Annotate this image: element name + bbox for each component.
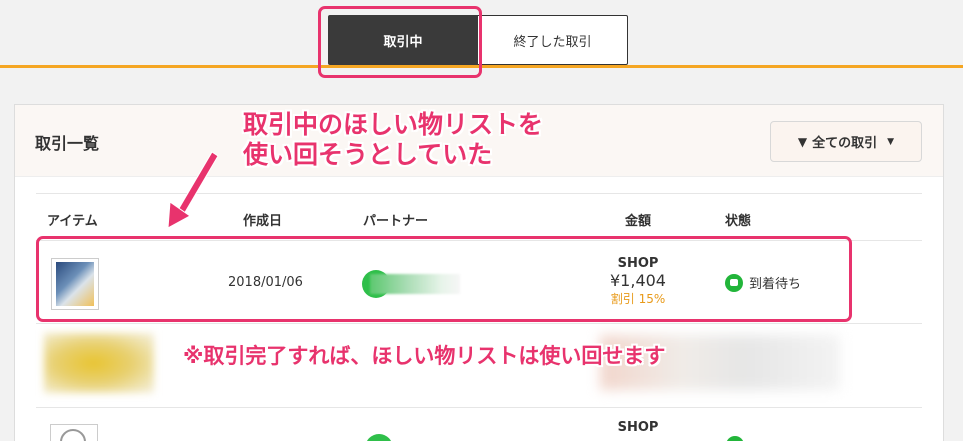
annotation-line-1: 取引中のほしい物リストを <box>243 110 544 139</box>
column-header-partner: パートナー <box>363 214 429 229</box>
tab-completed[interactable]: 終了した取引 <box>478 15 628 65</box>
filter-dropdown-button[interactable]: ▼ 全ての取引 ▼ <box>770 121 922 162</box>
annotation-note-2: ※取引完了すれば、ほしい物リストは使い回せます <box>183 344 666 368</box>
column-header-status: 状態 <box>725 214 752 229</box>
amount-shop: SHOP <box>617 420 659 435</box>
row-separator <box>36 407 922 408</box>
row-amount: SHOP <box>593 420 683 435</box>
annotation-line-2: 使い回そうとしていた <box>243 140 493 169</box>
row-separator <box>36 323 922 324</box>
panel-title: 取引一覧 <box>35 134 100 153</box>
blurred-thumbnail <box>44 333 154 393</box>
row-highlight-annotation <box>36 236 852 322</box>
transaction-tabs: 取引中 終了した取引 <box>328 15 628 65</box>
filter-label: 全ての取引 <box>812 136 878 151</box>
funnel-icon: ▼ <box>797 134 808 149</box>
column-header-date: 作成日 <box>243 214 283 229</box>
tab-in-progress[interactable]: 取引中 <box>328 15 478 65</box>
column-header-item: アイテム <box>47 214 98 229</box>
caret-down-icon: ▼ <box>887 136 895 147</box>
orange-divider <box>0 65 963 68</box>
arrow-icon <box>167 151 219 229</box>
annotation-note-1: 取引中のほしい物リストを 使い回そうとしていた <box>243 110 543 170</box>
column-header-amount: 金額 <box>625 214 652 229</box>
